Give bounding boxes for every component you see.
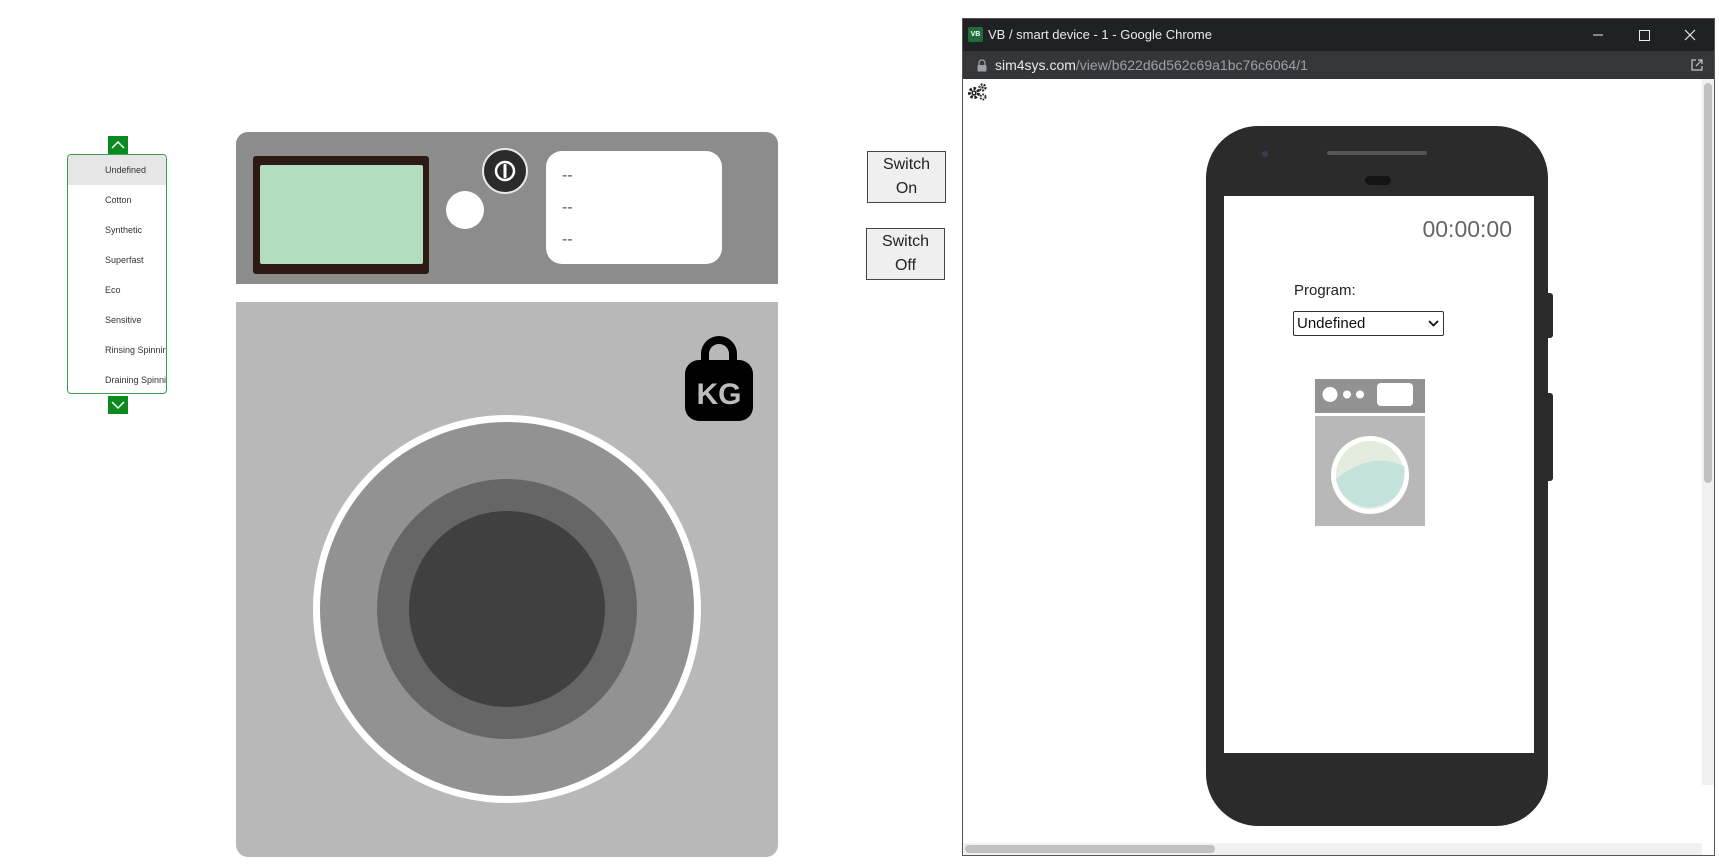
switch-on-button[interactable]: Switch On (867, 151, 946, 203)
phone-screen: 00:00:00 Program: Undefined (1224, 196, 1534, 753)
washer-info-panel: -- -- -- (546, 151, 722, 264)
page-content: 00:00:00 Program: Undefined (963, 79, 1714, 855)
program-item-draining-spinning[interactable]: Draining Spinning (68, 365, 166, 393)
close-icon (1684, 29, 1696, 41)
washer-display (260, 165, 423, 264)
power-button[interactable] (482, 148, 528, 194)
close-button[interactable] (1668, 19, 1712, 51)
chrome-window: VB VB / smart device - 1 - Google Chrome… (962, 18, 1715, 856)
scroll-down-button[interactable] (108, 396, 128, 414)
program-select-value: Undefined (1297, 315, 1366, 332)
phone-side-button-2 (1548, 393, 1553, 481)
info-line-3: -- (562, 231, 573, 248)
weight-kg-icon[interactable]: KG (683, 336, 755, 422)
timer-display: 00:00:00 (1422, 216, 1512, 242)
switch-on-label-1: Switch (882, 156, 931, 173)
switch-off-label-1: Switch (881, 233, 930, 250)
program-select[interactable]: Undefined (1293, 311, 1444, 336)
scroll-up-button[interactable] (108, 136, 128, 154)
horizontal-scroll-thumb[interactable] (965, 845, 1215, 853)
settings-gears-icon[interactable] (967, 82, 989, 102)
program-item-undefined[interactable]: Undefined (68, 155, 166, 185)
maximize-icon (1639, 30, 1650, 41)
minimize-icon (1593, 34, 1603, 36)
program-item-cotton[interactable]: Cotton (68, 185, 166, 215)
switch-on-label-2: On (895, 180, 918, 197)
program-list: Undefined Cotton Synthetic Superfast Eco… (67, 154, 167, 394)
chevron-up-icon (111, 140, 125, 149)
horizontal-scrollbar[interactable] (963, 843, 1702, 855)
url-host: sim4sys.com (995, 57, 1076, 73)
chevron-down-icon (111, 401, 125, 410)
chevron-down-icon (1428, 320, 1439, 327)
info-line-1: -- (562, 167, 573, 184)
window-title: VB / smart device - 1 - Google Chrome (988, 27, 1212, 42)
switch-off-button[interactable]: Switch Off (866, 228, 945, 280)
vertical-scrollbar[interactable] (1702, 79, 1714, 785)
program-item-eco[interactable]: Eco (68, 275, 166, 305)
program-item-superfast[interactable]: Superfast (68, 245, 166, 275)
weight-label: KG (697, 378, 742, 411)
favicon: VB (968, 27, 983, 42)
washer-knob[interactable] (446, 191, 484, 229)
phone-side-button-1 (1548, 293, 1553, 338)
switch-off-label-2: Off (894, 257, 917, 274)
lock-icon (977, 59, 987, 72)
url-path: /view/b622d6d562c69a1bc76c6064/1 (1075, 57, 1308, 73)
info-line-2: -- (562, 199, 573, 216)
title-bar[interactable]: VB VB / smart device - 1 - Google Chrome (963, 19, 1714, 51)
program-item-sensitive[interactable]: Sensitive (68, 305, 166, 335)
program-label: Program: (1294, 282, 1356, 299)
address-bar[interactable]: sim4sys.com/view/b622d6d562c69a1bc76c606… (963, 51, 1714, 79)
program-item-synthetic[interactable]: Synthetic (68, 215, 166, 245)
vertical-scroll-thumb[interactable] (1704, 83, 1712, 483)
washer-door[interactable] (310, 412, 706, 808)
open-external-icon[interactable] (1690, 58, 1704, 72)
power-icon (494, 160, 516, 182)
minimize-button[interactable] (1576, 19, 1620, 51)
maximize-button[interactable] (1622, 19, 1666, 51)
phone-frame: 00:00:00 Program: Undefined (1206, 126, 1553, 826)
washer-illustration (1315, 379, 1425, 526)
phone-top-details (1262, 151, 1427, 185)
program-item-rinsing-spinning[interactable]: Rinsing Spinning (68, 335, 166, 365)
